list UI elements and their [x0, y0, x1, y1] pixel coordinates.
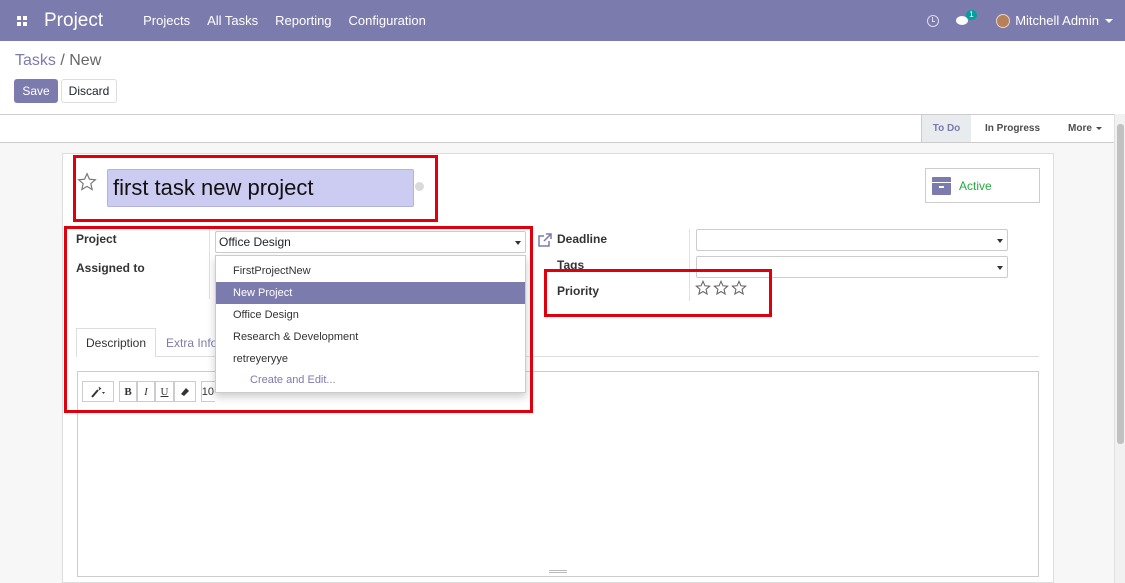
- highlight-box-title: [73, 155, 438, 222]
- breadcrumb-tasks[interactable]: Tasks: [15, 52, 56, 69]
- menu-projects[interactable]: Projects: [143, 13, 190, 28]
- stage-in-progress[interactable]: In Progress: [975, 115, 1050, 142]
- deadline-input[interactable]: [696, 229, 1008, 251]
- deadline-label: Deadline: [557, 232, 608, 246]
- messaging-icon[interactable]: 1: [956, 9, 977, 27]
- editor-resize-handle[interactable]: [549, 570, 567, 573]
- deadline-caret-icon: [997, 239, 1003, 243]
- breadcrumb: Tasks / New: [15, 52, 101, 70]
- user-avatar[interactable]: [996, 13, 1011, 28]
- save-button[interactable]: Save: [14, 79, 58, 103]
- page-scrollbar[interactable]: [1114, 114, 1125, 583]
- archive-icon: [932, 176, 951, 195]
- highlight-box-priority: [544, 269, 772, 317]
- scrollbar-thumb[interactable]: [1117, 124, 1124, 444]
- apps-menu-icon[interactable]: [0, 0, 44, 41]
- stage-todo[interactable]: To Do: [921, 115, 971, 142]
- user-menu[interactable]: Mitchell Admin: [1015, 13, 1099, 28]
- top-navbar: Project Projects All Tasks Reporting Con…: [0, 0, 1125, 41]
- chevron-down-icon: [1095, 127, 1102, 130]
- menu-all-tasks[interactable]: All Tasks: [207, 13, 258, 28]
- discard-button[interactable]: Discard: [61, 79, 117, 103]
- message-count-badge: 1: [966, 9, 977, 20]
- activity-clock-icon[interactable]: [927, 14, 940, 27]
- highlight-box-project: [64, 226, 533, 413]
- navbar-systray: 1 Mitchell Admin: [927, 0, 1125, 41]
- menu-configuration[interactable]: Configuration: [349, 13, 426, 28]
- user-menu-caret-icon[interactable]: [1105, 18, 1113, 23]
- stage-statusbar: To Do In Progress More: [0, 114, 1125, 143]
- breadcrumb-separator: /: [55, 52, 70, 69]
- breadcrumb-current: New: [69, 52, 102, 69]
- stage-more-label: More: [1068, 123, 1092, 134]
- active-label: Active: [959, 178, 992, 193]
- app-brand: Project: [44, 9, 104, 31]
- menu-reporting[interactable]: Reporting: [275, 13, 331, 28]
- tags-caret-icon: [997, 266, 1003, 270]
- active-toggle-button[interactable]: Active: [925, 168, 1040, 203]
- external-link-icon[interactable]: [537, 232, 553, 248]
- stage-more-dropdown[interactable]: More: [1056, 115, 1114, 142]
